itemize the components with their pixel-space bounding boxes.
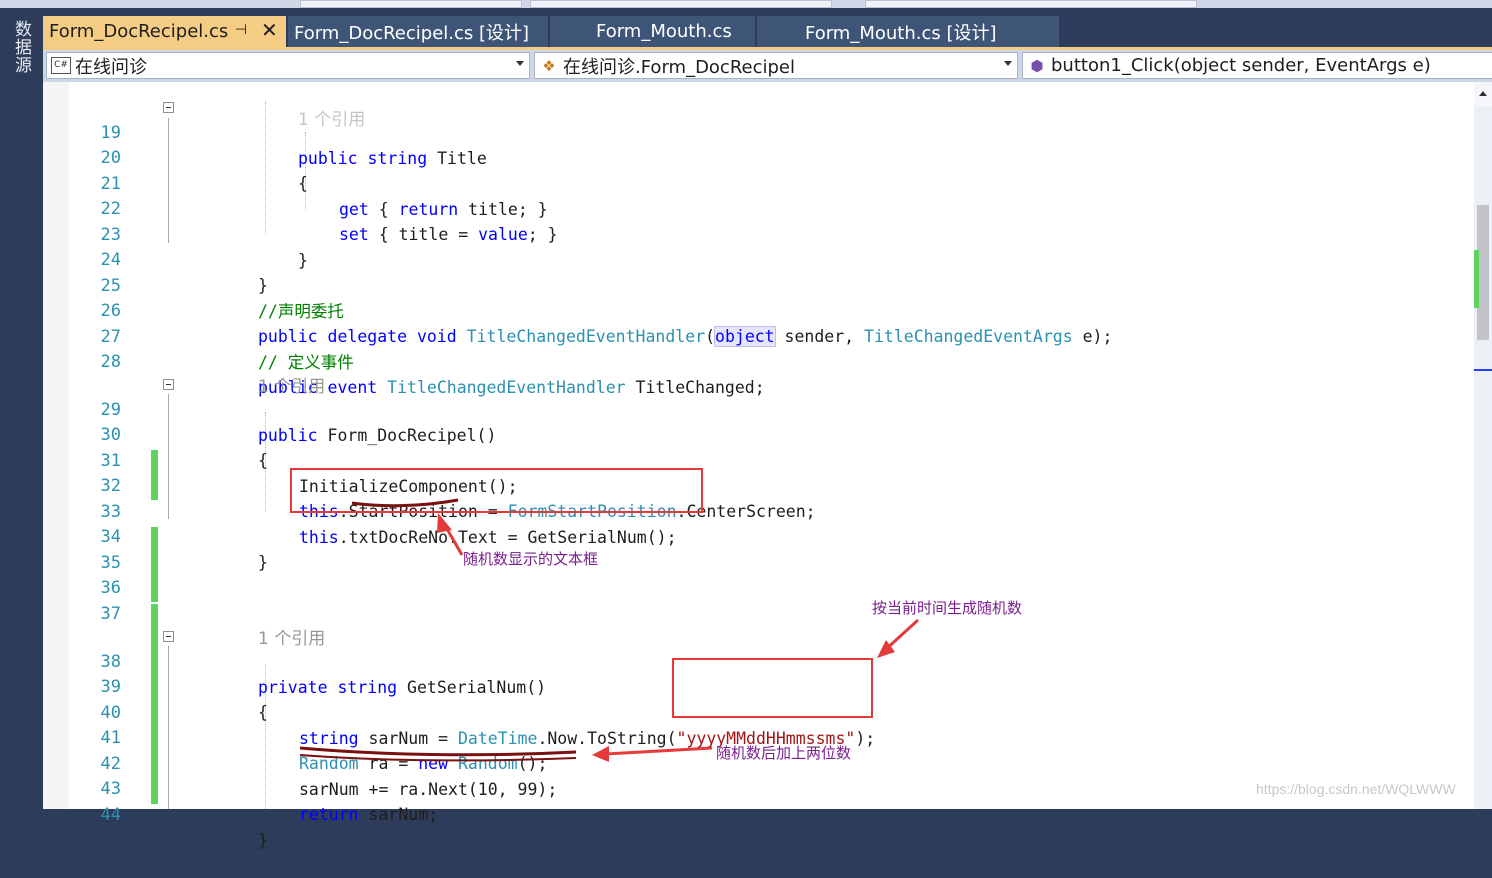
annotation-textbox: 随机数显示的文本框: [463, 550, 599, 568]
annotation-arrows: [299, 498, 920, 762]
annotation-time: 按当前时间生成随机数: [872, 599, 1023, 617]
watermark: https://blog.csdn.net/WQLWWW: [1256, 781, 1456, 797]
annotation-suffix: 随机数后加上两位数: [716, 744, 852, 762]
